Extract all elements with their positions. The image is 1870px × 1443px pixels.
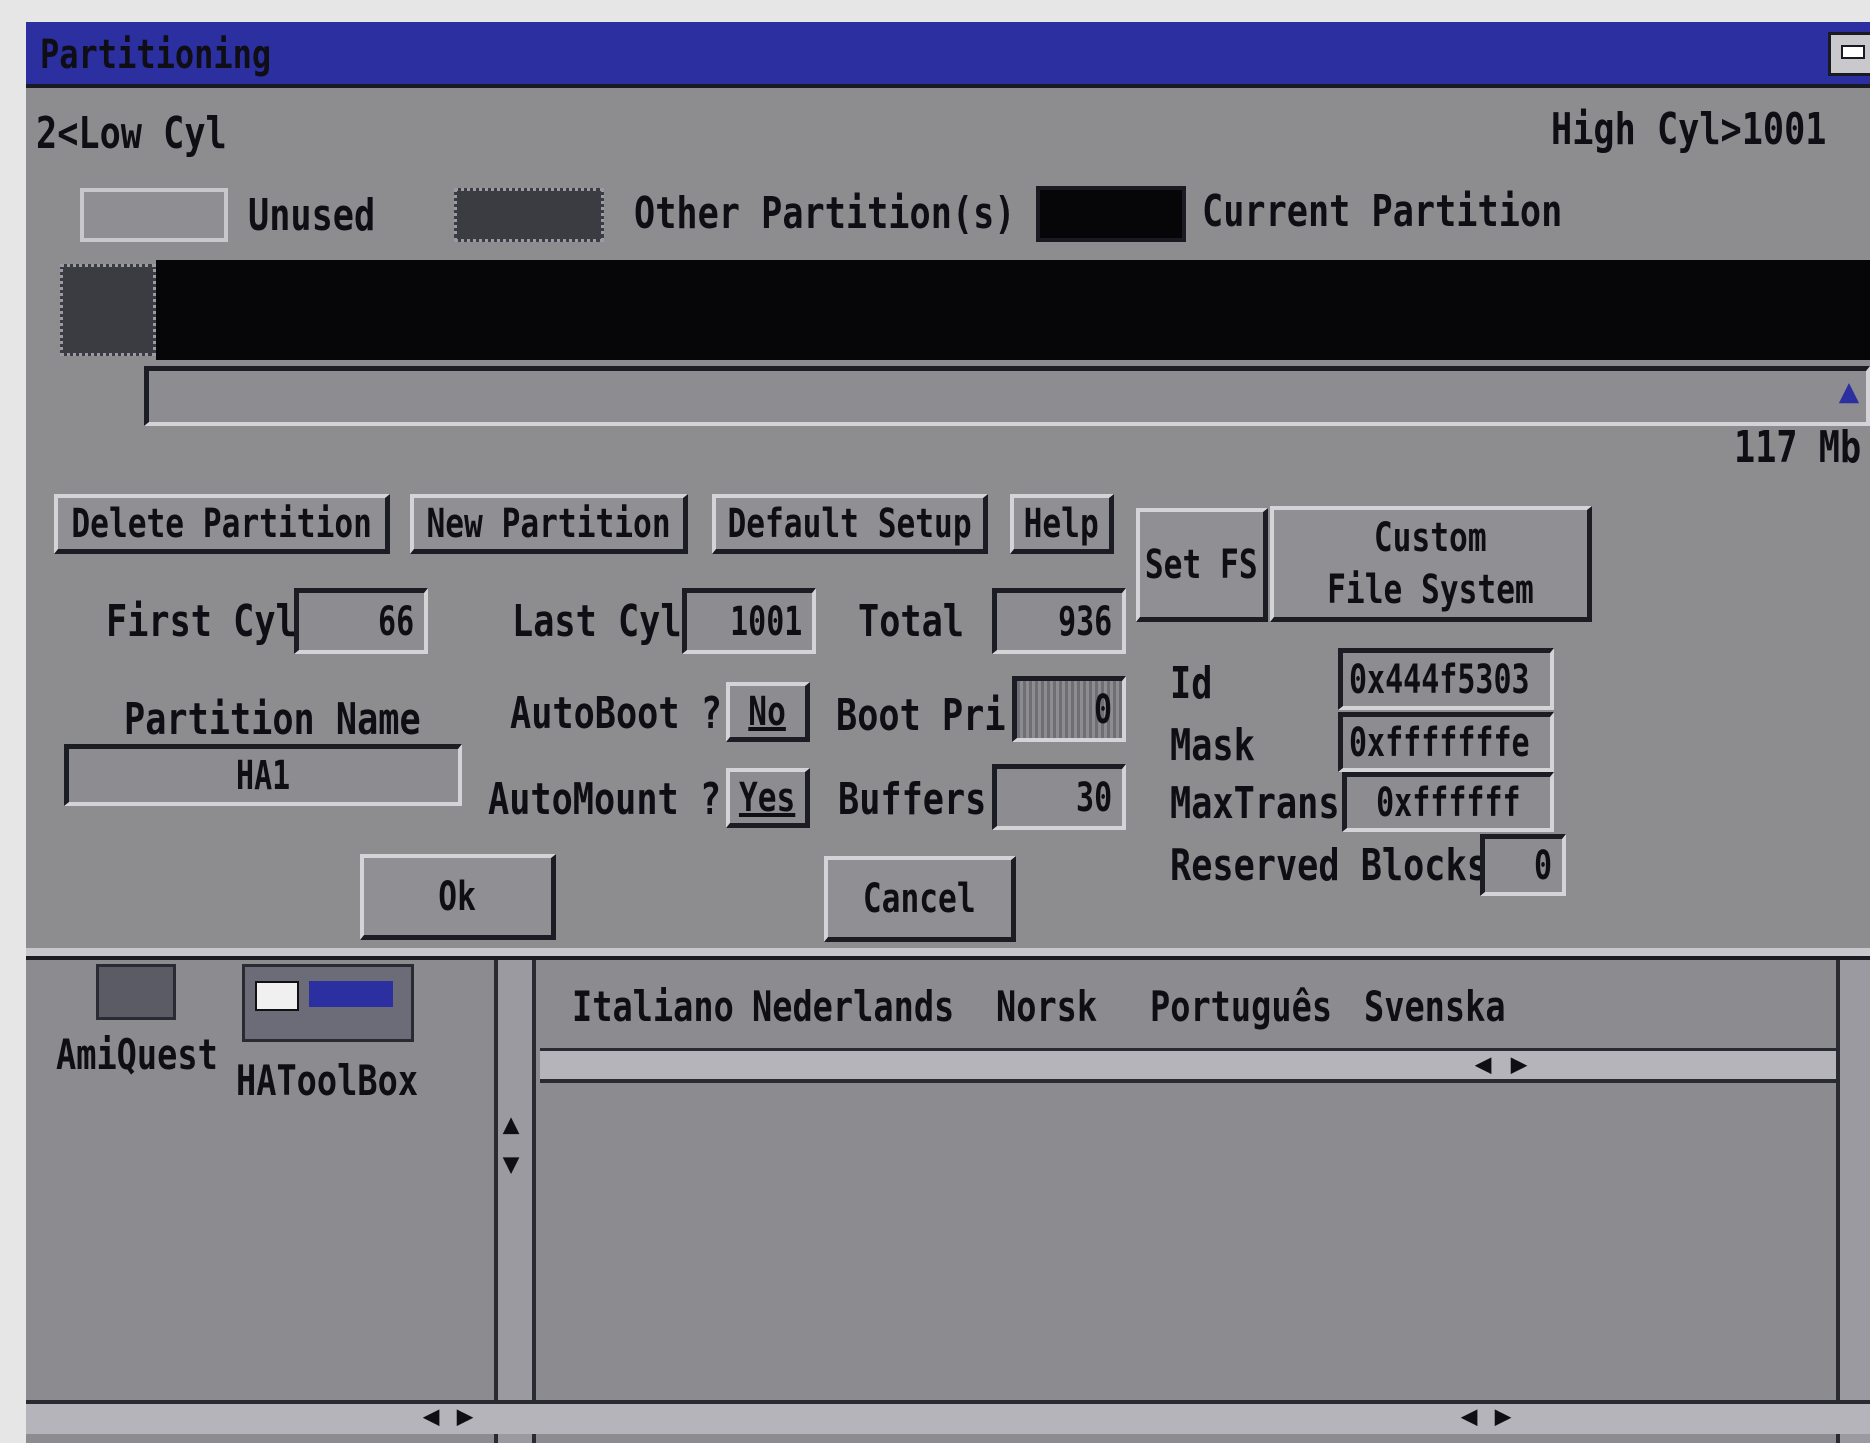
set-fs-button[interactable]: Set FS [1136,508,1268,622]
mask-field[interactable]: 0xfffffffe [1338,712,1554,772]
window-title: Partitioning [40,32,272,78]
language-drawer-hscrollbar[interactable] [540,1048,1870,1083]
current-partition-label: Current Partition [1202,186,1563,237]
amiquest-icon[interactable] [96,964,176,1020]
id-label: Id [1170,658,1213,709]
other-partition-label: Other Partition(s) [634,188,1016,239]
autoboot-cycle-gadget[interactable]: No [726,682,810,742]
slider-knob-icon[interactable]: ▲ [1832,371,1866,411]
amiquest-label: AmiQuest [56,1030,218,1079]
left-pane-scrollbar[interactable] [494,960,536,1443]
boot-pri-field[interactable]: 0 [1012,676,1126,742]
total-label: Total [858,596,964,647]
language-svenska[interactable]: Svenska [1364,982,1506,1031]
maxtrans-field[interactable]: 0xffffff [1342,772,1554,832]
default-setup-button[interactable]: Default Setup [712,494,988,554]
buffers-field[interactable]: 30 [992,764,1126,830]
current-partition-block[interactable] [156,260,1870,360]
custom-file-system-button[interactable]: Custom File System [1270,506,1592,622]
last-cyl-label: Last Cyl [512,596,682,647]
automount-label: AutoMount ? [488,774,722,825]
disk-size-label: 117 Mb [1734,422,1862,473]
bottom-left-arrow-icon[interactable]: ◀ [414,1398,448,1432]
boot-pri-label: Boot Pri [836,690,1006,741]
language-italiano[interactable]: Italiano [572,982,734,1031]
other-partition-swatch [454,188,604,242]
unused-label: Unused [248,190,376,241]
total-field[interactable]: 936 [992,588,1126,654]
window-title-bar[interactable]: Partitioning [26,22,1870,88]
language-portugues[interactable]: Português [1150,982,1332,1031]
help-button[interactable]: Help [1010,494,1114,554]
partition-name-label: Partition Name [124,694,421,745]
drawer-bottom-right-arrow-icon[interactable]: ▶ [1486,1398,1520,1432]
workbench-background: AmiQuest HAToolBox ▲ ▼ Italiano Nederlan… [26,960,1870,1443]
mask-label: Mask [1170,720,1255,771]
unused-swatch [80,188,228,242]
autoboot-label: AutoBoot ? [510,688,722,739]
language-nederlands[interactable]: Nederlands [752,982,954,1031]
partition-name-field[interactable]: HA1 [64,744,462,806]
scroll-right-arrow-icon[interactable]: ▶ [1502,1046,1536,1080]
cancel-button[interactable]: Cancel [824,856,1016,942]
window-bottom-border [26,948,1870,960]
new-partition-button[interactable]: New Partition [410,494,688,554]
other-partition-block[interactable] [60,264,156,356]
bottom-hscrollbar[interactable] [26,1400,1870,1434]
scroll-left-arrow-icon[interactable]: ◀ [1466,1046,1500,1080]
current-partition-swatch [1036,186,1186,242]
automount-cycle-gadget[interactable]: Yes [726,768,810,828]
partition-slider[interactable] [144,366,1870,426]
drawer-bottom-left-arrow-icon[interactable]: ◀ [1452,1398,1486,1432]
scroll-up-arrow-icon[interactable]: ▲ [494,1106,528,1140]
reserved-blocks-field[interactable]: 0 [1480,834,1566,896]
ok-button[interactable]: Ok [360,854,556,940]
hatoolbox-label: HAToolBox [236,1056,419,1105]
first-cyl-field[interactable]: 66 [294,588,428,654]
maxtrans-label: MaxTrans [1170,778,1340,829]
buffers-label: Buffers [838,774,987,825]
scroll-down-arrow-icon[interactable]: ▼ [494,1146,528,1180]
right-pane-scrollbar[interactable] [1836,960,1870,1443]
language-norsk[interactable]: Norsk [996,982,1097,1031]
low-cylinder-label: 2<Low Cyl [36,108,227,159]
high-cylinder-label: High Cyl>1001 [1551,104,1827,155]
delete-partition-button[interactable]: Delete Partition [54,494,390,554]
first-cyl-label: First Cyl [106,596,297,647]
reserved-blocks-label: Reserved Blocks [1170,840,1488,891]
last-cyl-field[interactable]: 1001 [682,588,816,654]
depth-gadget-icon[interactable] [1828,32,1870,76]
dostype-id-field[interactable]: 0x444f5303 [1338,648,1554,710]
bottom-right-arrow-icon[interactable]: ▶ [448,1398,482,1432]
workbench-screen: Partitioning 2<Low Cyl High Cyl>1001 Unu… [26,22,1870,1443]
hatoolbox-icon[interactable] [242,964,414,1042]
